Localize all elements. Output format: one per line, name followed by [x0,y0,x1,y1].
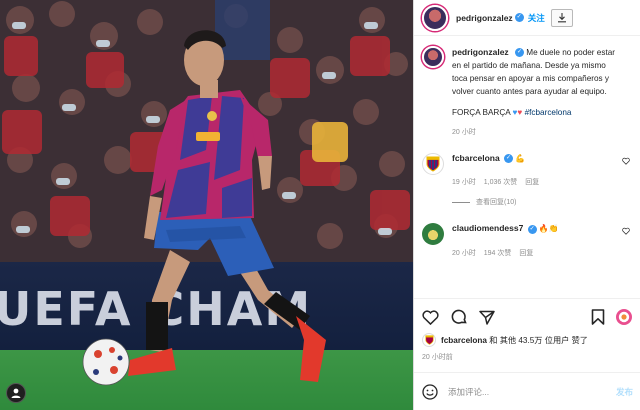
caption-signoff-line: FORÇA BARÇA ♥♥ #fcbarcelona [452,106,618,119]
verified-icon: ✓ [514,13,524,22]
verified-icon: ✓ [527,224,537,234]
comment-time: 20 小时 [452,249,476,257]
comment-input[interactable]: 添加评论... [448,386,489,398]
caption-avatar[interactable] [422,46,444,68]
post-photo[interactable]: UEFA CHAM [0,0,413,410]
comment-time: 19 小时 [452,179,476,187]
heart-icon[interactable] [422,309,439,325]
replies-divider [452,201,470,203]
claudiomendess7-avatar[interactable] [422,223,444,246]
comment-like-icon[interactable] [622,227,630,236]
comment-meta: 20 小时 194 次赞 回复 [452,248,632,258]
comment-username[interactable]: fcbarcelona [452,153,500,163]
comment-icon[interactable] [451,309,467,325]
caption-time: 20 小时 [452,129,476,136]
fcbarcelona-avatar[interactable] [422,153,444,175]
likes-summary: fcbarcelona 和 其他 43.5万 位用户 赞了 [422,333,633,347]
comment-body: fcbarcelona ✓ 💪 [452,153,632,164]
comment-text: 💪 [515,154,526,163]
comment: fcbarcelona ✓ 💪 19 小时 1,036 次赞 回复 [422,153,632,187]
collection-icon[interactable] [615,308,633,326]
comments-scroll-area[interactable]: pedrigonzalez ✓ Me duele no poder estar … [414,36,640,298]
post-comment-button[interactable]: 发布 [616,386,633,398]
action-icons-right [591,308,633,326]
comment: claudiomendess7 ✓ 🔥👏 20 小时 194 次赞 回复 [422,223,632,257]
download-icon [557,13,566,23]
comment-meta: 19 小时 1,036 次赞 回复 [452,177,632,187]
emoji-icon[interactable] [422,383,438,400]
comment-text: 🔥👏 [538,224,559,234]
download-button[interactable] [550,8,573,27]
post-header: pedrigonzalez ✓ 关注 [414,0,640,36]
liker-avatar[interactable] [422,333,436,347]
reply-button[interactable]: 回复 [519,248,533,258]
post-time: 20 小时前 [422,354,453,361]
action-icons [422,305,633,329]
user-icon [11,388,21,398]
likes-text[interactable]: 和 其他 43.5万 位用户 赞了 [487,336,588,345]
caption-signoff: FORÇA BARÇA [452,108,511,117]
caption-text-block: pedrigonzalez ✓ Me duele no poder estar … [452,46,618,98]
verified-icon: ✓ [514,48,524,58]
comment-body: claudiomendess7 ✓ 🔥👏 [452,223,632,234]
post-actions: fcbarcelona 和 其他 43.5万 位用户 赞了 20 小时前 [414,298,640,362]
red-heart-icon: ♥ [517,108,523,117]
comment-likes[interactable]: 194 次赞 [484,248,512,258]
liker-username[interactable]: fcbarcelona [441,336,487,345]
author-username[interactable]: pedrigonzalez [456,13,513,23]
follow-button[interactable]: 关注 [528,12,545,24]
author-avatar[interactable] [422,4,448,31]
fcb-crest-icon [426,156,440,172]
view-replies-label: 查看回复(10) [476,199,517,207]
player-figure [82,30,326,386]
comment-username[interactable]: claudiomendess7 [452,223,523,233]
add-comment-bar: 添加评论... 发布 [414,372,640,410]
fcb-crest-icon [424,335,434,345]
verified-icon: ✓ [504,154,513,164]
post-side-panel: pedrigonzalez ✓ 关注 pedrigonzalez ✓ Me du… [413,0,640,410]
caption: pedrigonzalez ✓ Me duele no poder estar … [422,46,632,137]
caption-username[interactable]: pedrigonzalez [452,47,509,57]
reply-button[interactable]: 回复 [525,177,539,187]
view-replies-button[interactable]: 查看回复(10) [452,197,632,207]
instagram-post-view: UEFA CHAM pedrigonzalez ✓ 关注 pedrigonzal… [0,0,640,410]
reel-author-avatar[interactable] [6,383,26,403]
save-bookmark-icon[interactable] [591,309,605,325]
caption-hashtag[interactable]: #fcbarcelona [525,108,572,117]
comment-likes[interactable]: 1,036 次赞 [484,177,517,187]
comment-like-icon[interactable] [622,157,630,165]
share-icon[interactable] [479,310,495,325]
